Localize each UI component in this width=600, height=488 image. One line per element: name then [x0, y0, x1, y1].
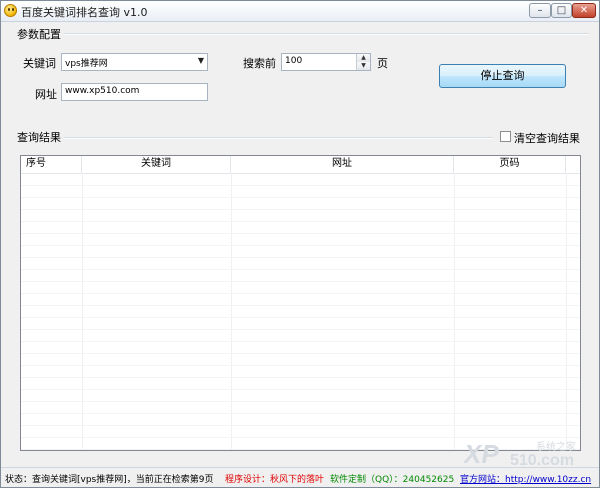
table-row — [21, 425, 580, 426]
table-row — [21, 269, 580, 270]
keyword-value: vps推荐网 — [65, 59, 108, 69]
designer-credit: 程序设计：秋风下的落叶 — [225, 475, 325, 485]
table-row — [21, 233, 580, 234]
keyword-label: 关键词 — [23, 57, 56, 70]
results-table[interactable]: 序号 关键词 网址 页码 — [20, 155, 581, 451]
url-label: 网址 — [35, 88, 57, 101]
params-group-label: 参数配置 — [17, 26, 64, 42]
search-depth-label: 搜索前 — [243, 57, 276, 70]
close-button[interactable]: ✕ — [572, 3, 596, 18]
column-header-url[interactable]: 网址 — [231, 156, 454, 173]
column-line — [566, 173, 567, 450]
table-row — [21, 365, 580, 366]
spinner-buttons: ▲ ▼ — [356, 54, 370, 70]
watermark-cn: 系统之家 — [536, 440, 576, 453]
table-row — [21, 245, 580, 246]
table-row — [21, 413, 580, 414]
status-text: 状态：查询关键词[vps推荐网]，当前正在检索第9页 — [5, 475, 214, 485]
xp510-watermark-logo: XP 510.com 系统之家 — [464, 439, 576, 469]
column-header-keyword[interactable]: 关键词 — [82, 156, 231, 173]
table-row — [21, 185, 580, 186]
column-line — [231, 173, 232, 450]
table-row — [21, 329, 580, 330]
window-title: 百度关键词排名查询 v1.0 — [21, 6, 148, 19]
search-depth-value: 100 — [285, 56, 303, 66]
clear-results-label[interactable]: 清空查询结果 — [514, 130, 580, 146]
column-header-index[interactable]: 序号 — [21, 156, 82, 173]
custom-contact: 软件定制（QQ）：240452625 — [330, 475, 455, 485]
table-row — [21, 257, 580, 258]
spin-down-icon[interactable]: ▼ — [357, 62, 370, 70]
dropdown-arrow-icon[interactable]: ▼ — [198, 56, 204, 65]
url-input[interactable]: www.xp510.com — [61, 83, 208, 101]
table-row — [21, 305, 580, 306]
status-bar-divider — [1, 467, 599, 468]
stop-query-button[interactable]: 停止查询 — [439, 64, 566, 88]
results-group-label: 查询结果 — [17, 129, 64, 145]
clear-results-checkbox[interactable] — [500, 131, 511, 142]
table-row — [21, 341, 580, 342]
table-row — [21, 221, 580, 222]
table-row — [21, 377, 580, 378]
table-row — [21, 401, 580, 402]
page-suffix-label: 页 — [377, 57, 388, 70]
table-row — [21, 437, 580, 438]
title-bar: 百度关键词排名查询 v1.0 – □ ✕ — [1, 1, 599, 22]
table-row — [21, 281, 580, 282]
app-window: 百度关键词排名查询 v1.0 – □ ✕ 参数配置 关键词 vps推荐网 ▼ 网… — [0, 0, 600, 488]
table-header: 序号 关键词 网址 页码 — [21, 156, 580, 174]
params-group-divider — [61, 33, 589, 35]
table-row — [21, 389, 580, 390]
watermark-brand: XP — [464, 439, 499, 469]
results-group-divider — [61, 137, 493, 139]
table-row — [21, 209, 580, 210]
table-row — [21, 317, 580, 318]
column-line — [454, 173, 455, 450]
maximize-button[interactable]: □ — [551, 3, 572, 18]
column-line — [82, 173, 83, 450]
table-row — [21, 197, 580, 198]
keyword-combobox[interactable]: vps推荐网 ▼ — [61, 53, 208, 71]
column-header-page[interactable]: 页码 — [454, 156, 566, 173]
table-row — [21, 293, 580, 294]
table-row — [21, 353, 580, 354]
search-depth-spinner[interactable]: 100 ▲ ▼ — [281, 53, 371, 71]
smiley-app-icon — [4, 4, 17, 17]
minimize-button[interactable]: – — [529, 3, 551, 18]
official-website-link[interactable]: 官方网站：http://www.10zz.cn — [460, 472, 591, 485]
